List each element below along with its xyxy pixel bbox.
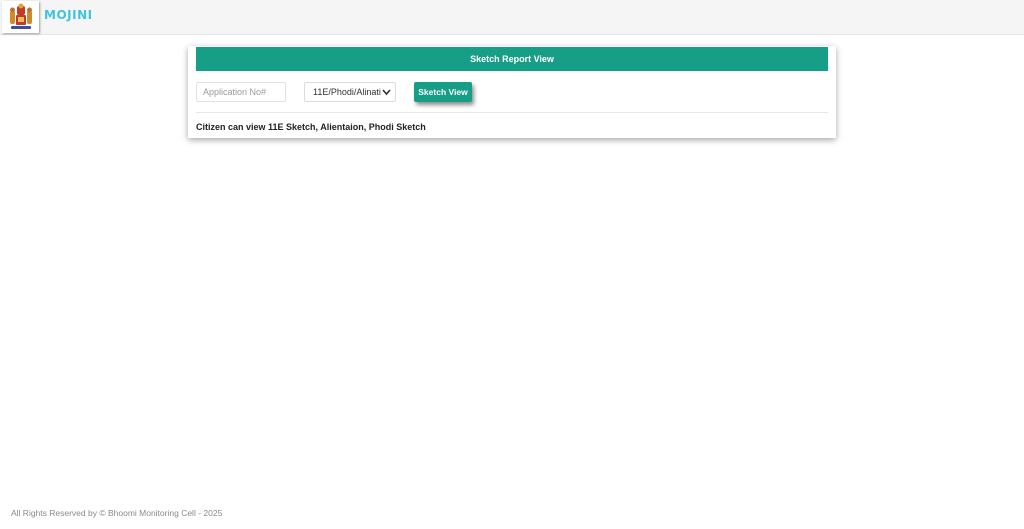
sketch-report-card: Sketch Report View 11E/Phodi/Alinati Ske… — [188, 46, 836, 138]
footer-copyright: All Rights Reserved by © Bhoomi Monitori… — [11, 508, 223, 518]
sketch-view-button[interactable]: Sketch View — [414, 82, 472, 102]
brand-name[interactable]: MOJINI — [44, 8, 93, 22]
divider — [196, 112, 828, 113]
sketch-type-select[interactable]: 11E/Phodi/Alinati — [304, 82, 396, 102]
sketch-type-selected-value: 11E/Phodi/Alinati — [313, 87, 381, 97]
karnataka-emblem-icon — [9, 3, 32, 29]
application-number-input[interactable] — [196, 82, 286, 102]
chevron-down-icon — [382, 86, 391, 101]
citizen-info-note: Citizen can view 11E Sketch, Alientaion,… — [196, 122, 426, 132]
card-title: Sketch Report View — [196, 47, 828, 71]
logo[interactable] — [2, 1, 39, 33]
top-header-bar: MOJINI — [0, 0, 1024, 35]
